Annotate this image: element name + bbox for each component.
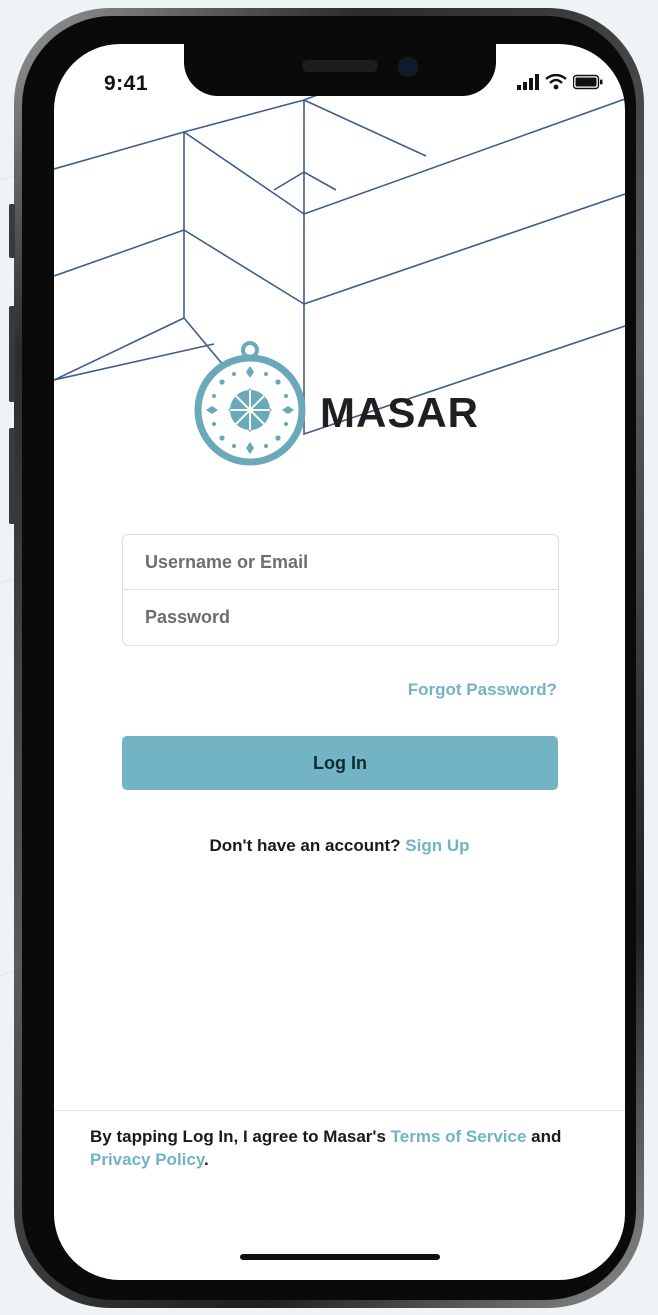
terms-of-service-link[interactable]: Terms of Service [391,1127,527,1146]
brand-name: MASAR [320,389,479,436]
forgot-password-link[interactable]: Forgot Password? [408,680,557,700]
privacy-policy-link[interactable]: Privacy Policy [90,1150,204,1169]
legal-notice: By tapping Log In, I agree to Masar's Te… [90,1126,600,1172]
legal-prefix-text: By tapping Log In, I agree to Masar's [90,1127,386,1146]
signup-prompt: Don't have an account? Sign Up [54,836,625,856]
log-in-button[interactable]: Log In [122,736,558,790]
app-screen: 9:41 MASAR Username or Email Forgot Pass… [54,44,625,1280]
speaker-grille [302,60,378,72]
cellular-signal-icon [517,74,539,90]
status-icons [517,74,603,90]
legal-conjunction-text: and [531,1127,562,1146]
front-camera [398,57,418,77]
legal-suffix-text: . [204,1149,209,1169]
status-time: 9:41 [104,72,149,95]
volume-down-button [9,428,15,524]
login-form [122,534,559,646]
volume-up-button [9,306,15,402]
wifi-icon [545,74,567,90]
compass-icon [194,341,306,466]
sign-up-link[interactable]: Sign Up [405,836,469,855]
signup-prompt-text: Don't have an account? [209,836,401,855]
username-input[interactable] [123,535,558,589]
battery-icon [573,74,603,90]
password-input[interactable] [123,590,558,644]
footer-divider [54,1110,625,1111]
silent-switch [9,204,15,258]
home-indicator[interactable] [240,1254,440,1260]
notch [184,44,496,96]
